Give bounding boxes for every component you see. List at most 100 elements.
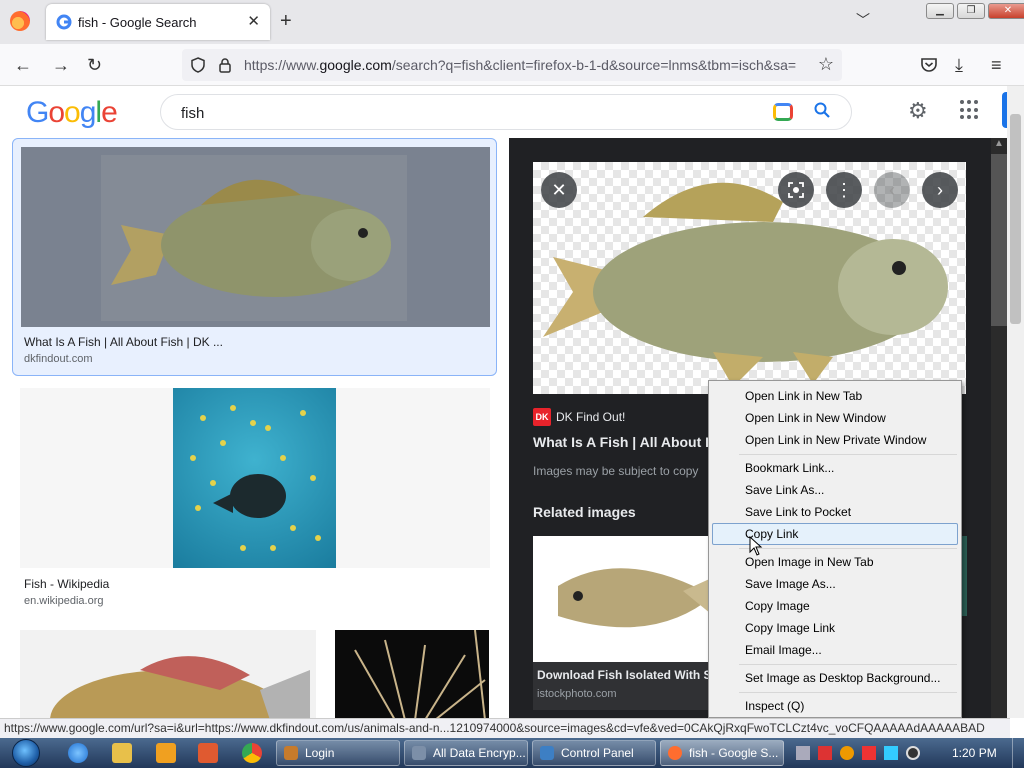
taskbar-clock[interactable]: 1:20 PM	[952, 738, 997, 768]
page-scrollbar[interactable]	[1007, 86, 1024, 718]
menu-copy-image[interactable]: Copy Image	[745, 599, 810, 613]
maximize-button[interactable]: ❐	[957, 3, 985, 19]
context-menu: Open Link in New Tab Open Link in New Wi…	[708, 380, 962, 718]
lionfish-image	[354, 629, 486, 718]
result-source[interactable]: en.wikipedia.org	[24, 595, 104, 607]
pocket-icon[interactable]	[920, 56, 938, 74]
result-thumbnail[interactable]	[21, 147, 490, 327]
menu-separator	[739, 664, 957, 665]
cichlid-fish-image	[50, 656, 310, 718]
firefox-icon[interactable]	[10, 11, 30, 31]
carp-fish-image	[111, 179, 391, 297]
lock-icon[interactable]	[218, 57, 232, 73]
google-lens-icon[interactable]	[773, 103, 793, 121]
status-bar-url: https://www.google.com/url?sa=i&url=http…	[0, 718, 1010, 738]
menu-open-link-private-window[interactable]: Open Link in New Private Window	[745, 433, 926, 447]
menu-separator	[739, 548, 957, 549]
tray-flag-icon[interactable]	[862, 746, 876, 760]
related-source[interactable]: istockphoto.com	[537, 688, 616, 700]
dk-logo-icon: DK	[533, 408, 551, 426]
menu-separator	[739, 692, 957, 693]
menu-open-link-new-tab[interactable]: Open Link in New Tab	[745, 389, 862, 403]
chrome-icon[interactable]	[242, 743, 262, 763]
image-result-cichlid[interactable]	[20, 630, 316, 718]
logo-letter: g	[79, 96, 97, 129]
image-result-dkfindout[interactable]: What Is A Fish | All About Fish | DK ...…	[12, 138, 497, 376]
shield-icon[interactable]	[190, 57, 206, 73]
previous-image-button[interactable]: ‹	[874, 172, 910, 208]
tray-search-icon[interactable]	[840, 746, 854, 760]
start-button[interactable]	[6, 738, 46, 768]
google-logo[interactable]: Google	[26, 96, 118, 130]
search-icon[interactable]	[813, 101, 831, 119]
tab-google-search[interactable]: fish - Google Search ✕	[46, 4, 270, 40]
forward-arrow-icon[interactable]: →	[52, 55, 70, 75]
google-header: Google fish ⚙	[0, 86, 1010, 138]
menu-save-link-to-pocket[interactable]: Save Link to Pocket	[745, 505, 851, 519]
logo-letter: G	[26, 96, 49, 129]
show-desktop-button[interactable]	[1012, 738, 1024, 768]
tab-title: fish - Google Search	[78, 15, 197, 30]
logo-letter: o	[48, 96, 65, 129]
panel-scrollbar[interactable]: ▲	[991, 138, 1007, 718]
list-tabs-chevron-icon[interactable]: ﹀	[856, 10, 870, 30]
menu-hamburger-icon[interactable]: ≡	[991, 55, 1002, 75]
lens-icon	[788, 182, 804, 198]
back-arrow-icon[interactable]: ←	[14, 55, 32, 75]
tray-volume-icon[interactable]	[906, 746, 920, 760]
menu-open-link-new-window[interactable]: Open Link in New Window	[745, 411, 886, 425]
result-title[interactable]: Fish - Wikipedia	[24, 577, 109, 591]
result-source[interactable]: dkfindout.com	[24, 353, 92, 365]
google-apps-icon[interactable]	[960, 100, 980, 120]
internet-explorer-icon[interactable]	[68, 743, 88, 763]
tray-antivirus-icon[interactable]	[818, 746, 832, 760]
related-title[interactable]: Download Fish Isolated With So	[537, 668, 719, 682]
reload-icon[interactable]: ↻	[87, 55, 102, 75]
url-text[interactable]: https://www.google.com/search?q=fish&cli…	[244, 57, 804, 73]
source-name[interactable]: DK Find Out!	[556, 410, 625, 424]
window-close-button[interactable]: ✕	[988, 3, 1024, 19]
menu-set-desktop-background[interactable]: Set Image as Desktop Background...	[745, 671, 940, 685]
menu-save-link-as[interactable]: Save Link As...	[745, 483, 824, 497]
menu-copy-image-link[interactable]: Copy Image Link	[745, 621, 835, 635]
menu-bookmark-link[interactable]: Bookmark Link...	[745, 461, 834, 475]
close-preview-button[interactable]: ✕	[541, 172, 577, 208]
tray-app-icon[interactable]	[796, 746, 810, 760]
file-explorer-icon[interactable]	[112, 743, 132, 763]
more-options-button[interactable]: ⋮	[826, 172, 862, 208]
image-result-lionfish[interactable]	[335, 629, 489, 718]
taskbar-button-firefox[interactable]: fish - Google S...	[660, 740, 784, 766]
media-player-icon[interactable]	[156, 743, 176, 763]
image-result-wikipedia[interactable]: Fish - Wikipedia en.wikipedia.org	[20, 388, 490, 607]
next-image-button[interactable]: ›	[922, 172, 958, 208]
close-tab-icon[interactable]: ✕	[247, 12, 260, 30]
taskbar-button-encryption[interactable]: All Data Encryp...	[404, 740, 528, 766]
settings-gear-icon[interactable]: ⚙	[908, 98, 928, 124]
downloads-icon[interactable]: ⤓	[955, 55, 963, 75]
search-box[interactable]: fish	[160, 94, 852, 130]
taskbar-button-control-panel[interactable]: Control Panel	[532, 740, 656, 766]
mouse-cursor-icon	[749, 536, 763, 556]
login-app-icon	[284, 746, 298, 760]
firefox-small-icon	[668, 746, 682, 760]
result-title[interactable]: What Is A Fish | All About Fish | DK ...	[24, 335, 223, 349]
menu-open-image-new-tab[interactable]: Open Image in New Tab	[745, 555, 874, 569]
menu-email-image[interactable]: Email Image...	[745, 643, 822, 657]
result-thumbnail[interactable]	[173, 388, 336, 568]
tray-display-icon[interactable]	[884, 746, 898, 760]
window-app-icon	[412, 746, 426, 760]
lens-search-button[interactable]	[778, 172, 814, 208]
taskbar-button-login[interactable]: Login	[276, 740, 400, 766]
search-input[interactable]: fish	[181, 105, 204, 122]
bookmark-star-icon[interactable]: ☆	[818, 54, 834, 75]
menu-inspect[interactable]: Inspect (Q)	[745, 699, 804, 713]
tab-bar: fish - Google Search ✕ + ﹀ ▁ ❐ ✕	[0, 0, 1024, 44]
app-quick-launch-icon[interactable]	[198, 743, 218, 763]
windows-logo-icon	[12, 739, 40, 767]
minimize-button[interactable]: ▁	[926, 3, 954, 19]
address-bar[interactable]: https://www.google.com/search?q=fish&cli…	[182, 49, 842, 81]
image-results-grid: What Is A Fish | All About Fish | DK ...…	[0, 138, 508, 718]
preview-title[interactable]: What Is A Fish | All About F	[533, 434, 714, 450]
menu-save-image-as[interactable]: Save Image As...	[745, 577, 836, 591]
new-tab-button[interactable]: +	[280, 10, 292, 32]
